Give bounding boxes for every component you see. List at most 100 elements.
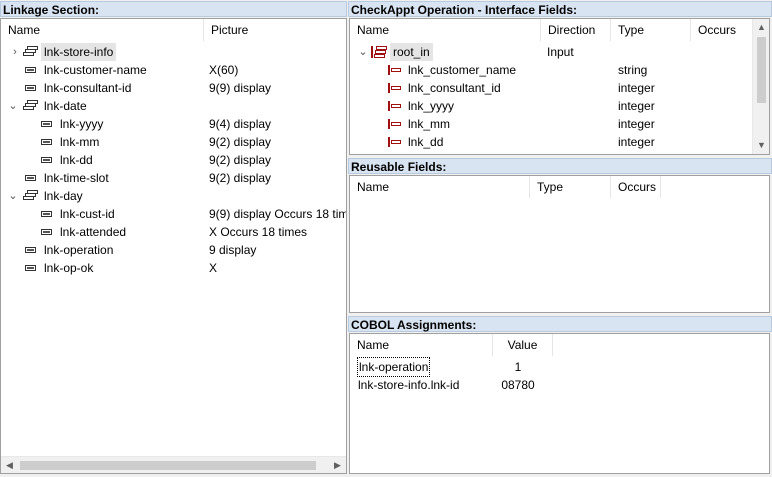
tree-row-picture: 9(2) display [209,153,272,167]
tree-row-lnk-customer-name[interactable]: lnk-customer-name X(60) [1,61,331,79]
chevron-down-icon[interactable]: ⌄ [8,97,18,115]
interface-row-field[interactable]: lnk_consultant_id integer [350,79,752,97]
scroll-down-arrow-icon[interactable]: ▼ [753,137,769,154]
tree-row-picture: 9(2) display [209,135,272,149]
reusable-col-occurs[interactable]: Occurs [611,176,661,198]
cobol-row-name[interactable]: lnk-store-info.lnk-id [358,376,459,394]
interface-row-type: integer [618,135,655,149]
tree-row-lnk-time-slot[interactable]: lnk-time-slot 9(2) display [1,169,331,187]
tree-row-label: lnk-yyyy [60,117,104,131]
linkage-col-picture[interactable]: Picture [204,19,346,41]
tree-row-label: lnk-op-ok [44,261,94,275]
tree-row-picture: 9(9) display Occurs 18 tim [209,207,347,221]
tree-row-lnk-operation[interactable]: lnk-operation 9 display [1,241,331,259]
field-icon [41,211,52,217]
scroll-left-arrow-icon[interactable]: ◀ [1,457,18,473]
interface-row-root-in[interactable]: ⌄ root_in Input [350,43,752,61]
interface-row-type: string [618,63,648,77]
tree-row-label: lnk-customer-name [44,63,147,77]
tree-row-picture: X(60) [209,63,239,77]
interface-row-field[interactable]: lnk_mm integer [350,115,752,133]
field-icon [25,67,36,73]
tree-row-label: lnk-store-info [41,43,117,61]
reusable-col-name[interactable]: Name [350,176,530,198]
reusable-section-header: Reusable Fields: [348,158,772,174]
interface-field-icon [388,101,402,111]
cobol-row-value[interactable]: 08780 [493,376,543,394]
cobol-section-header: COBOL Assignments: [348,316,772,332]
field-icon [41,157,52,163]
tree-row-lnk-consultant-id[interactable]: lnk-consultant-id 9(9) display [1,79,331,97]
interface-row-field[interactable]: lnk_customer_name string [350,61,752,79]
tree-row-lnk-dd[interactable]: lnk-dd 9(2) display [1,151,331,169]
scrollbar-thumb[interactable] [757,37,766,103]
reusable-fields-list[interactable]: Name Type Occurs [349,175,770,313]
scroll-right-arrow-icon[interactable]: ▶ [329,457,346,473]
interface-row-label: lnk_customer_name [408,63,517,77]
interface-col-name[interactable]: Name [350,19,541,41]
field-icon [41,229,52,235]
tree-row-lnk-yyyy[interactable]: lnk-yyyy 9(4) display [1,115,331,133]
chevron-down-icon[interactable]: ⌄ [8,187,18,205]
interface-col-occurs[interactable]: Occurs [691,19,753,41]
cobol-row[interactable]: lnk-operation 1 [350,357,650,377]
tree-row-label: lnk-day [44,189,83,203]
interface-row-label: lnk_yyyy [408,99,455,113]
tree-row-lnk-cust-id[interactable]: lnk-cust-id 9(9) display Occurs 18 tim [1,205,346,223]
field-icon [25,85,36,91]
interface-row-label: root_in [390,43,433,61]
interface-field-icon [388,65,402,75]
group-record-icon [23,190,39,202]
scroll-up-arrow-icon[interactable]: ▲ [753,19,769,36]
tree-row-label: lnk-date [44,99,87,113]
chevron-right-icon[interactable]: › [10,43,20,61]
field-icon [25,265,36,271]
interface-row-type: integer [618,81,655,95]
tree-row-picture: 9 display [209,243,257,257]
group-record-icon [23,100,39,112]
interface-row-field[interactable]: lnk_dd integer [350,133,752,151]
tree-row-label: lnk-dd [60,153,93,167]
interface-row-label: lnk_consultant_id [408,81,501,95]
tree-row-label: lnk-mm [60,135,100,149]
interface-row-direction: Input [547,45,574,59]
tree-row-lnk-attended[interactable]: lnk-attended X Occurs 18 times [1,223,331,241]
interface-row-field[interactable]: lnk_yyyy integer [350,97,752,115]
tree-row-picture: 9(9) display [209,81,272,95]
interface-section-header: CheckAppt Operation - Interface Fields: [348,1,772,17]
tree-row-picture: X [209,261,218,275]
cobol-assignments-list[interactable]: Name Value lnk-operation 1 lnk-store-inf… [349,333,770,474]
linkage-section-header: Linkage Section: [0,1,347,17]
tree-row-lnk-day[interactable]: ⌄ lnk-day [1,187,331,205]
interface-fields-tree[interactable]: Name Direction Type Occurs ⌄ root_in Inp… [349,18,770,155]
cobol-row-name[interactable]: lnk-operation [356,357,431,377]
tree-row-label: lnk-cust-id [60,207,115,221]
tree-row-label: lnk-operation [44,243,114,257]
cobol-row[interactable]: lnk-store-info.lnk-id 08780 [350,376,650,394]
cobol-col-value[interactable]: Value [493,334,553,356]
reusable-col-type[interactable]: Type [530,176,611,198]
tree-row-label: lnk-consultant-id [44,81,132,95]
field-icon [25,247,36,253]
linkage-horizontal-scrollbar[interactable]: ◀ ▶ [1,456,346,473]
tree-row-label: lnk-time-slot [44,171,109,185]
cobol-row-value[interactable]: 1 [493,358,543,376]
chevron-down-icon[interactable]: ⌄ [358,43,368,61]
tree-row-lnk-date[interactable]: ⌄ lnk-date [1,97,331,115]
interface-vertical-scrollbar[interactable]: ▲ ▼ [752,19,769,154]
cobol-col-name[interactable]: Name [350,334,493,356]
interface-row-label: lnk_dd [408,135,444,149]
tree-row-picture: 9(4) display [209,117,272,131]
scrollbar-thumb[interactable] [20,461,316,470]
tree-row-label: lnk-attended [60,225,127,239]
tree-row-lnk-store-info[interactable]: › lnk-store-info [1,43,331,61]
interface-col-type[interactable]: Type [611,19,691,41]
linkage-tree[interactable]: Name Picture › lnk-store-info lnk-custom… [0,18,347,474]
tree-row-picture: X Occurs 18 times [209,225,308,239]
field-icon [41,121,52,127]
tree-row-lnk-mm[interactable]: lnk-mm 9(2) display [1,133,331,151]
interface-col-direction[interactable]: Direction [541,19,611,41]
linkage-col-name[interactable]: Name [1,19,204,41]
group-record-icon [23,46,39,58]
tree-row-lnk-op-ok[interactable]: lnk-op-ok X [1,259,331,277]
